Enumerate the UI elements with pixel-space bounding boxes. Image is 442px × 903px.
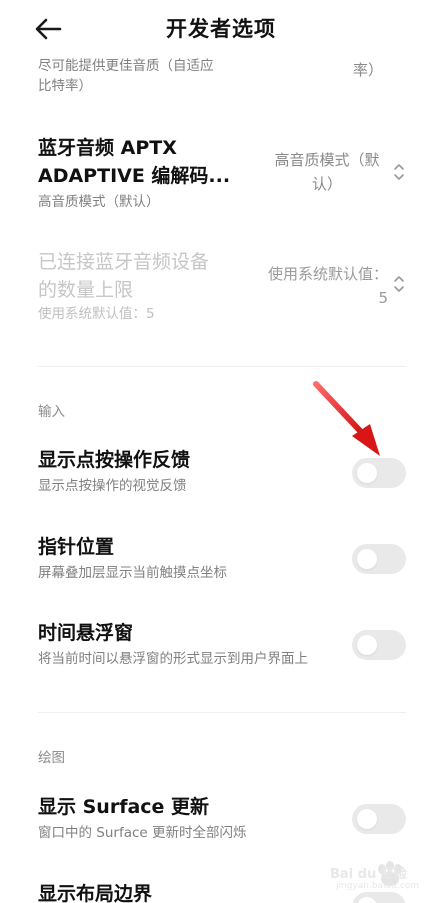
value-line: 认）	[311, 175, 342, 193]
toggle-knob	[357, 549, 377, 569]
row-subtitle: 窗口中的 Surface 更新时全部闪烁	[38, 825, 247, 841]
row-subtitle: 尽可能提供更佳音质（自适应	[38, 58, 214, 74]
chevron-up-down-icon	[394, 164, 404, 180]
pointer-location-row[interactable]: 指针位置 屏幕叠加层显示当前触摸点坐标	[0, 533, 442, 593]
row-title: 显示布局边界	[38, 883, 153, 903]
row-title: ADAPTIVE 编解码...	[38, 165, 231, 187]
row-subtitle: 将当前时间以悬浮窗的形式显示到用户界面上	[38, 651, 308, 667]
chevron-up-down-icon	[394, 276, 404, 292]
settings-list[interactable]: 尽可能提供更佳音质（自适应 比特率） 率） 蓝牙音频 APTX ADAPTIVE…	[0, 58, 442, 903]
time-overlay-toggle[interactable]	[352, 630, 406, 660]
aptx-adaptive-codec-row[interactable]: 蓝牙音频 APTX ADAPTIVE 编解码... 高音质模式（默认） 高音质模…	[0, 134, 442, 214]
row-subtitle: 使用系统默认值：5	[38, 306, 155, 322]
page-title: 开发者选项	[166, 17, 276, 41]
row-subtitle: 比特率）	[38, 78, 92, 94]
row-title: 的数量上限	[38, 279, 134, 301]
divider	[38, 366, 406, 367]
row-value: 使用系统默认值： 5	[248, 262, 398, 310]
toggle-knob	[357, 635, 377, 655]
surface-updates-row[interactable]: 显示 Surface 更新 窗口中的 Surface 更新时全部闪烁	[0, 793, 442, 853]
divider	[38, 712, 406, 713]
time-overlay-row[interactable]: 时间悬浮窗 将当前时间以悬浮窗的形式显示到用户界面上	[0, 619, 442, 679]
bt-max-devices-row: 已连接蓝牙音频设备 的数量上限 使用系统默认值：5 使用系统默认值： 5	[0, 248, 442, 328]
value-line: 高音质模式（默	[274, 151, 380, 169]
row-title: 显示 Surface 更新	[38, 796, 210, 818]
watermark-url: jingyan.baidu.com	[336, 881, 420, 891]
baidu-watermark: Bai du 经验 jingyan.baidu.com	[326, 855, 442, 899]
app-header: 开发者选项	[0, 0, 442, 58]
row-title: 蓝牙音频 APTX	[38, 137, 177, 159]
row-subtitle: 显示点按操作的视觉反馈	[38, 478, 187, 494]
watermark-text: Bai du 经验	[330, 867, 407, 882]
row-subtitle: 屏幕叠加层显示当前触摸点坐标	[38, 565, 227, 581]
row-subtitle: 高音质模式（默认）	[38, 194, 160, 210]
row-title: 已连接蓝牙音频设备	[38, 251, 210, 273]
value-line: 5	[378, 289, 388, 307]
row-value: 率）	[352, 61, 383, 79]
surface-updates-toggle[interactable]	[352, 804, 406, 834]
section-label-drawing: 绘图	[38, 750, 65, 766]
row-title: 时间悬浮窗	[38, 622, 134, 644]
row-value: 高音质模式（默 认）	[262, 148, 392, 196]
section-label-input: 输入	[38, 404, 65, 420]
row-title: 指针位置	[38, 536, 115, 558]
value-line: 使用系统默认值：	[267, 265, 388, 283]
annotation-arrow-icon	[313, 381, 380, 456]
audio-quality-row-partial[interactable]: 尽可能提供更佳音质（自适应 比特率） 率）	[0, 58, 442, 104]
pointer-location-toggle[interactable]	[352, 544, 406, 574]
row-title: 显示点按操作反馈	[38, 449, 191, 471]
toggle-knob	[357, 809, 377, 829]
